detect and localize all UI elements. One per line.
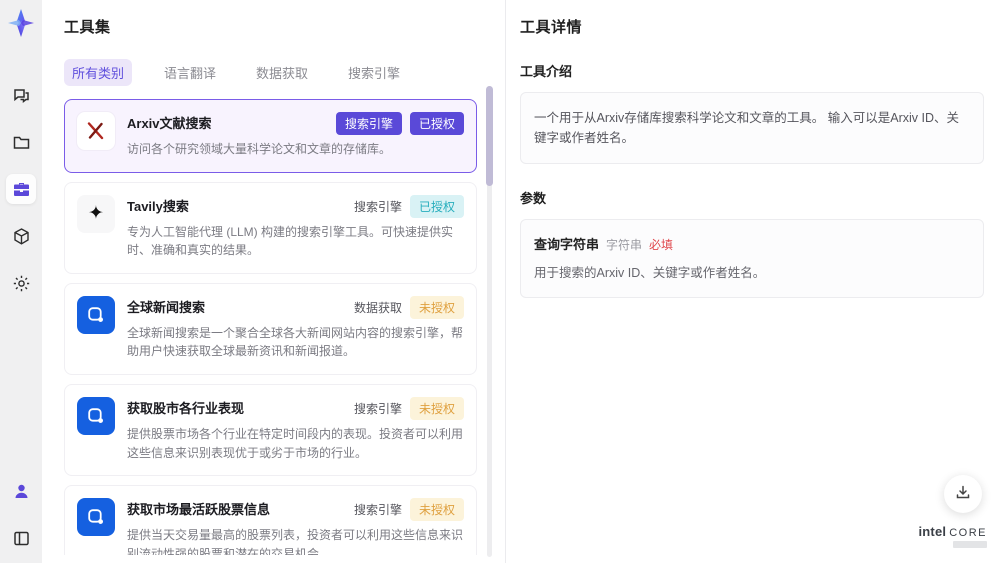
tab-all-categories[interactable]: 所有类别	[64, 59, 133, 86]
tab-language-translation[interactable]: 语言翻译	[156, 59, 224, 86]
tab-search-engine[interactable]: 搜索引擎	[340, 59, 408, 86]
download-icon	[955, 484, 971, 505]
tool-description: 专为人工智能代理 (LLM) 构建的搜索引擎工具。可快速提供实时、准确和真实的结…	[127, 224, 454, 258]
sidebar-item-account[interactable]	[6, 476, 36, 506]
folder-icon	[12, 133, 31, 152]
chat-icon	[12, 86, 31, 105]
arxiv-logo-icon	[77, 112, 115, 150]
tool-description: 提供股票市场各个行业在特定时间段内的表现。投资者可以利用这些信息来识别表现优于或…	[127, 426, 464, 460]
app-logo-icon	[6, 8, 36, 38]
tool-title: 全球新闻搜索	[127, 299, 206, 315]
tool-description: 全球新闻搜索是一个聚合全球各大新闻网站内容的搜索引擎，帮助用户快速获取全球最新资…	[127, 325, 464, 359]
stock-sector-icon	[77, 396, 115, 435]
sidebar-item-chat[interactable]	[6, 80, 36, 110]
sidebar-item-settings[interactable]	[6, 268, 36, 298]
tavily-star-icon: ✦	[77, 194, 115, 233]
brand-sub-mark	[953, 541, 987, 548]
brand-core-text: core	[949, 527, 987, 539]
status-badge: 已授权	[409, 194, 464, 218]
sidebar-item-collapse[interactable]	[6, 523, 36, 553]
category-label: 搜索引擎	[353, 199, 402, 214]
sidebar-rail	[0, 0, 42, 563]
sidebar-item-files[interactable]	[6, 127, 36, 157]
app-window: 工具集 所有类别 语言翻译 数据获取 搜索引擎 Arxiv文献搜索 搜索引擎 已…	[0, 0, 1000, 563]
tool-card-list: Arxiv文献搜索 搜索引擎 已授权 访问各个研究领域大量科学论文和文章的存储库…	[64, 99, 477, 555]
status-badge: 未授权	[409, 295, 464, 319]
panel-collapse-icon	[12, 529, 31, 548]
page-title: 工具集	[64, 19, 111, 36]
category-label: 搜索引擎	[353, 401, 402, 416]
status-badge: 已授权	[409, 112, 464, 135]
parameter-description: 用于搜索的Arxiv ID、关键字或作者姓名。	[534, 266, 766, 280]
news-search-icon	[77, 295, 115, 334]
tool-detail-panel: 工具详情 工具介绍 一个用于从Arxiv存储库搜索科学论文和文章的工具。 输入可…	[506, 0, 1000, 563]
tool-card-active-stocks[interactable]: 获取市场最活跃股票信息 搜索引擎 未授权 提供当天交易量最高的股票列表，投资者可…	[64, 485, 477, 555]
tool-title: Tavily搜索	[127, 198, 189, 214]
briefcase-icon	[12, 180, 31, 199]
category-badge: 搜索引擎	[335, 112, 402, 135]
tool-intro-text: 一个用于从Arxiv存储库搜索科学论文和文章的工具。 输入可以是Arxiv ID…	[520, 92, 984, 164]
parameter-type: 字符串	[606, 238, 643, 252]
parameter-name: 查询字符串	[534, 237, 600, 252]
tool-list-panel: 工具集 所有类别 语言翻译 数据获取 搜索引擎 Arxiv文献搜索 搜索引擎 已…	[42, 0, 506, 563]
intel-core-logo: intel core	[918, 524, 987, 548]
sidebar-item-tools[interactable]	[6, 174, 36, 204]
status-badge: 未授权	[409, 498, 464, 522]
gear-icon	[12, 274, 31, 293]
avatar-icon	[12, 482, 31, 501]
tool-title: 获取股市各行业表现	[127, 400, 245, 416]
status-badge: 未授权	[409, 396, 464, 420]
tool-description: 提供当天交易量最高的股票列表，投资者可以利用这些信息来识别流动性强的股票和潜在的…	[127, 528, 464, 555]
download-button[interactable]	[944, 475, 982, 513]
active-stocks-icon	[77, 498, 115, 537]
tool-card-global-news[interactable]: 全球新闻搜索 数据获取 未授权 全球新闻搜索是一个聚合全球各大新闻网站内容的搜索…	[64, 282, 477, 375]
params-heading: 参数	[520, 191, 547, 206]
tool-card-tavily[interactable]: ✦ Tavily搜索 搜索引擎 已授权 专为人工智能代理 (LLM) 构建的搜索…	[64, 181, 477, 274]
tool-card-stock-sectors[interactable]: 获取股市各行业表现 搜索引擎 未授权 提供股票市场各个行业在特定时间段内的表现。…	[64, 383, 477, 477]
parameter-required-flag: 必填	[649, 238, 674, 252]
tool-title: 获取市场最活跃股票信息	[127, 502, 271, 518]
brand-intel-text: intel	[918, 524, 947, 539]
category-tabs: 所有类别 语言翻译 数据获取 搜索引擎	[64, 59, 477, 86]
category-label: 数据获取	[353, 300, 402, 315]
intro-heading: 工具介绍	[520, 64, 573, 79]
tab-data-fetching[interactable]: 数据获取	[248, 59, 316, 86]
tool-card-arxiv[interactable]: Arxiv文献搜索 搜索引擎 已授权 访问各个研究领域大量科学论文和文章的存储库…	[64, 99, 477, 173]
sidebar-item-models[interactable]	[6, 221, 36, 251]
scrollbar-thumb[interactable]	[486, 86, 493, 186]
cube-icon	[12, 227, 31, 246]
tool-title: Arxiv文献搜索	[127, 116, 212, 131]
scrollbar-track[interactable]	[486, 86, 493, 557]
tool-description: 访问各个研究领域大量科学论文和文章的存储库。	[127, 142, 392, 156]
category-label: 搜索引擎	[353, 503, 402, 518]
parameter-item: 查询字符串 字符串 必填 用于搜索的Arxiv ID、关键字或作者姓名。	[520, 219, 984, 298]
detail-title: 工具详情	[520, 19, 583, 36]
